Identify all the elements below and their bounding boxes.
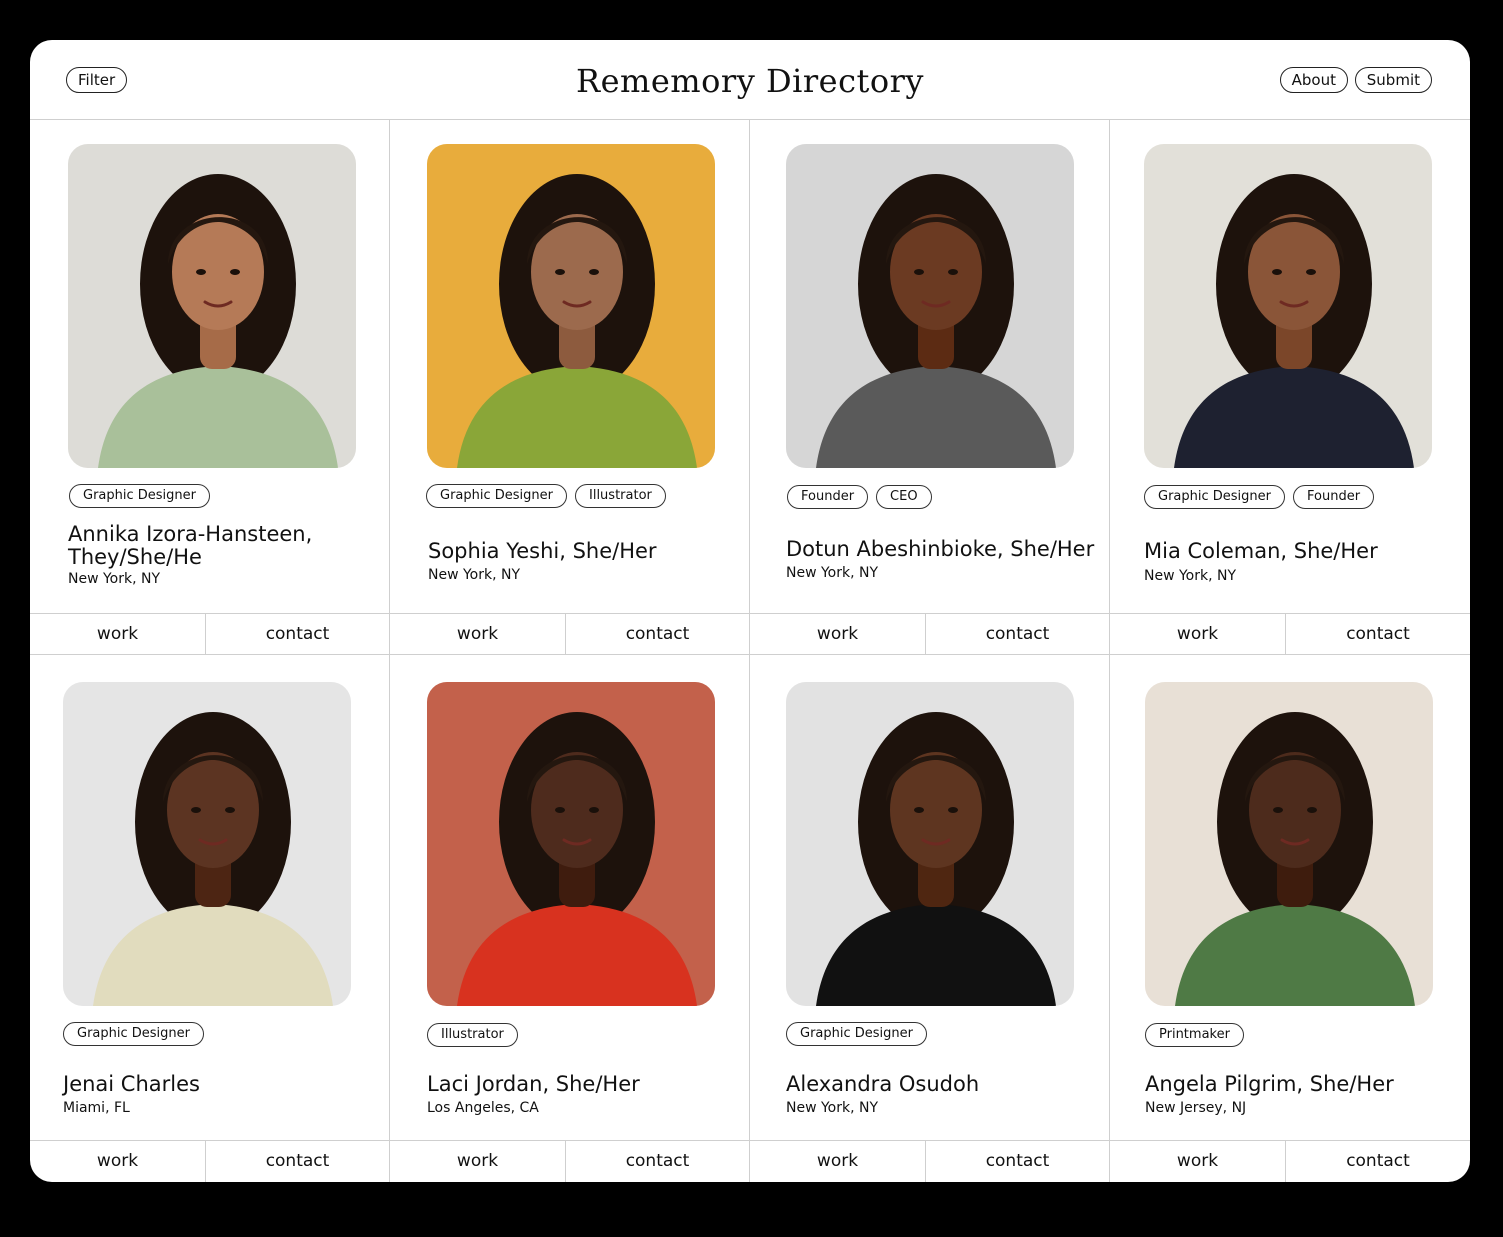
profile-location: New York, NY <box>786 1100 879 1116</box>
profile-location: New York, NY <box>68 571 161 587</box>
card-actions: work contact <box>30 613 389 655</box>
contact-link[interactable]: contact <box>206 1141 389 1182</box>
tag-list: Illustrator <box>427 1023 518 1047</box>
about-button[interactable]: About <box>1279 67 1348 93</box>
profile-grid: Graphic Designer Annika Izora-Hansteen, … <box>30 120 1470 1182</box>
profile-name[interactable]: Dotun Abeshinbioke, She/Her <box>786 538 1094 561</box>
profile-card: Printmaker Angela Pilgrim, She/Her New J… <box>1110 655 1470 1182</box>
contact-link[interactable]: contact <box>1286 614 1470 654</box>
profile-name[interactable]: Sophia Yeshi, She/Her <box>428 540 657 563</box>
tag-list: Graphic Designer <box>63 1022 204 1046</box>
role-tag[interactable]: CEO <box>876 485 932 509</box>
contact-link[interactable]: contact <box>566 614 749 654</box>
profile-photo[interactable] <box>427 682 715 1006</box>
site-title[interactable]: Rememory Directory <box>30 62 1470 100</box>
portrait-image <box>1144 144 1432 468</box>
card-actions: work contact <box>1110 613 1470 655</box>
work-link[interactable]: work <box>1110 614 1286 654</box>
work-link[interactable]: work <box>390 614 566 654</box>
profile-location: Los Angeles, CA <box>427 1100 539 1116</box>
profile-photo[interactable] <box>68 144 356 468</box>
portrait-image <box>786 682 1074 1006</box>
tag-list: Founder CEO <box>787 485 932 509</box>
profile-card: Graphic Designer Jenai Charles Miami, FL… <box>30 655 390 1182</box>
contact-link[interactable]: contact <box>206 614 389 654</box>
profile-location: New York, NY <box>786 565 879 581</box>
profile-photo[interactable] <box>786 682 1074 1006</box>
profile-name[interactable]: Annika Izora-Hansteen, They/She/He <box>68 523 348 569</box>
profile-photo[interactable] <box>427 144 715 468</box>
work-link[interactable]: work <box>1110 1141 1286 1182</box>
contact-link[interactable]: contact <box>1286 1141 1470 1182</box>
profile-card: Graphic Designer Alexandra Osudoh New Yo… <box>750 655 1110 1182</box>
card-actions: work contact <box>750 1140 1109 1182</box>
profile-photo[interactable] <box>63 682 351 1006</box>
profile-row: Graphic Designer Jenai Charles Miami, FL… <box>30 655 1470 1182</box>
work-link[interactable]: work <box>390 1141 566 1182</box>
profile-name[interactable]: Laci Jordan, She/Her <box>427 1073 640 1096</box>
profile-card: Illustrator Laci Jordan, She/Her Los Ang… <box>390 655 750 1182</box>
role-tag[interactable]: Graphic Designer <box>1144 485 1285 509</box>
tag-list: Graphic Designer Illustrator <box>426 484 666 508</box>
profile-location: New Jersey, NJ <box>1145 1100 1247 1116</box>
contact-link[interactable]: contact <box>566 1141 749 1182</box>
role-tag[interactable]: Printmaker <box>1145 1023 1244 1047</box>
contact-link[interactable]: contact <box>926 614 1109 654</box>
tag-list: Graphic Designer Founder <box>1144 485 1375 509</box>
profile-photo[interactable] <box>786 144 1074 468</box>
work-link[interactable]: work <box>750 1141 926 1182</box>
submit-button[interactable]: Submit <box>1354 67 1432 93</box>
portrait-image <box>1145 682 1433 1006</box>
profile-name[interactable]: Alexandra Osudoh <box>786 1073 979 1096</box>
role-tag[interactable]: Graphic Designer <box>63 1022 204 1046</box>
profile-card: Graphic Designer Illustrator Sophia Yesh… <box>390 120 750 655</box>
profile-photo[interactable] <box>1144 144 1432 468</box>
role-tag[interactable]: Graphic Designer <box>426 484 567 508</box>
profile-location: Miami, FL <box>63 1100 130 1116</box>
profile-location: New York, NY <box>1144 568 1237 584</box>
role-tag[interactable]: Illustrator <box>427 1023 518 1047</box>
portrait-image <box>786 144 1074 468</box>
portrait-image <box>63 682 351 1006</box>
role-tag[interactable]: Founder <box>1293 485 1375 509</box>
site-header: Filter Rememory Directory About Submit <box>30 40 1470 120</box>
card-actions: work contact <box>30 1140 389 1182</box>
profile-name[interactable]: Jenai Charles <box>63 1073 200 1096</box>
profile-card: Graphic Designer Founder Mia Coleman, Sh… <box>1110 120 1470 655</box>
card-actions: work contact <box>1110 1140 1470 1182</box>
portrait-image <box>68 144 356 468</box>
profile-card: Founder CEO Dotun Abeshinbioke, She/Her … <box>750 120 1110 655</box>
profile-name[interactable]: Angela Pilgrim, She/Her <box>1145 1073 1394 1096</box>
role-tag[interactable]: Founder <box>787 485 869 509</box>
portrait-image <box>427 682 715 1006</box>
tag-list: Graphic Designer <box>786 1022 927 1046</box>
work-link[interactable]: work <box>30 614 206 654</box>
portrait-image <box>427 144 715 468</box>
profile-row: Graphic Designer Annika Izora-Hansteen, … <box>30 120 1470 655</box>
role-tag[interactable]: Graphic Designer <box>69 484 210 508</box>
directory-panel: Filter Rememory Directory About Submit G… <box>30 40 1470 1182</box>
tag-list: Graphic Designer <box>69 484 210 508</box>
work-link[interactable]: work <box>750 614 926 654</box>
profile-card: Graphic Designer Annika Izora-Hansteen, … <box>30 120 390 655</box>
profile-photo[interactable] <box>1145 682 1433 1006</box>
role-tag[interactable]: Illustrator <box>575 484 666 508</box>
role-tag[interactable]: Graphic Designer <box>786 1022 927 1046</box>
work-link[interactable]: work <box>30 1141 206 1182</box>
profile-name[interactable]: Mia Coleman, She/Her <box>1144 540 1378 563</box>
contact-link[interactable]: contact <box>926 1141 1109 1182</box>
card-actions: work contact <box>390 1140 749 1182</box>
tag-list: Printmaker <box>1145 1023 1244 1047</box>
card-actions: work contact <box>390 613 749 655</box>
card-actions: work contact <box>750 613 1109 655</box>
profile-location: New York, NY <box>428 567 521 583</box>
